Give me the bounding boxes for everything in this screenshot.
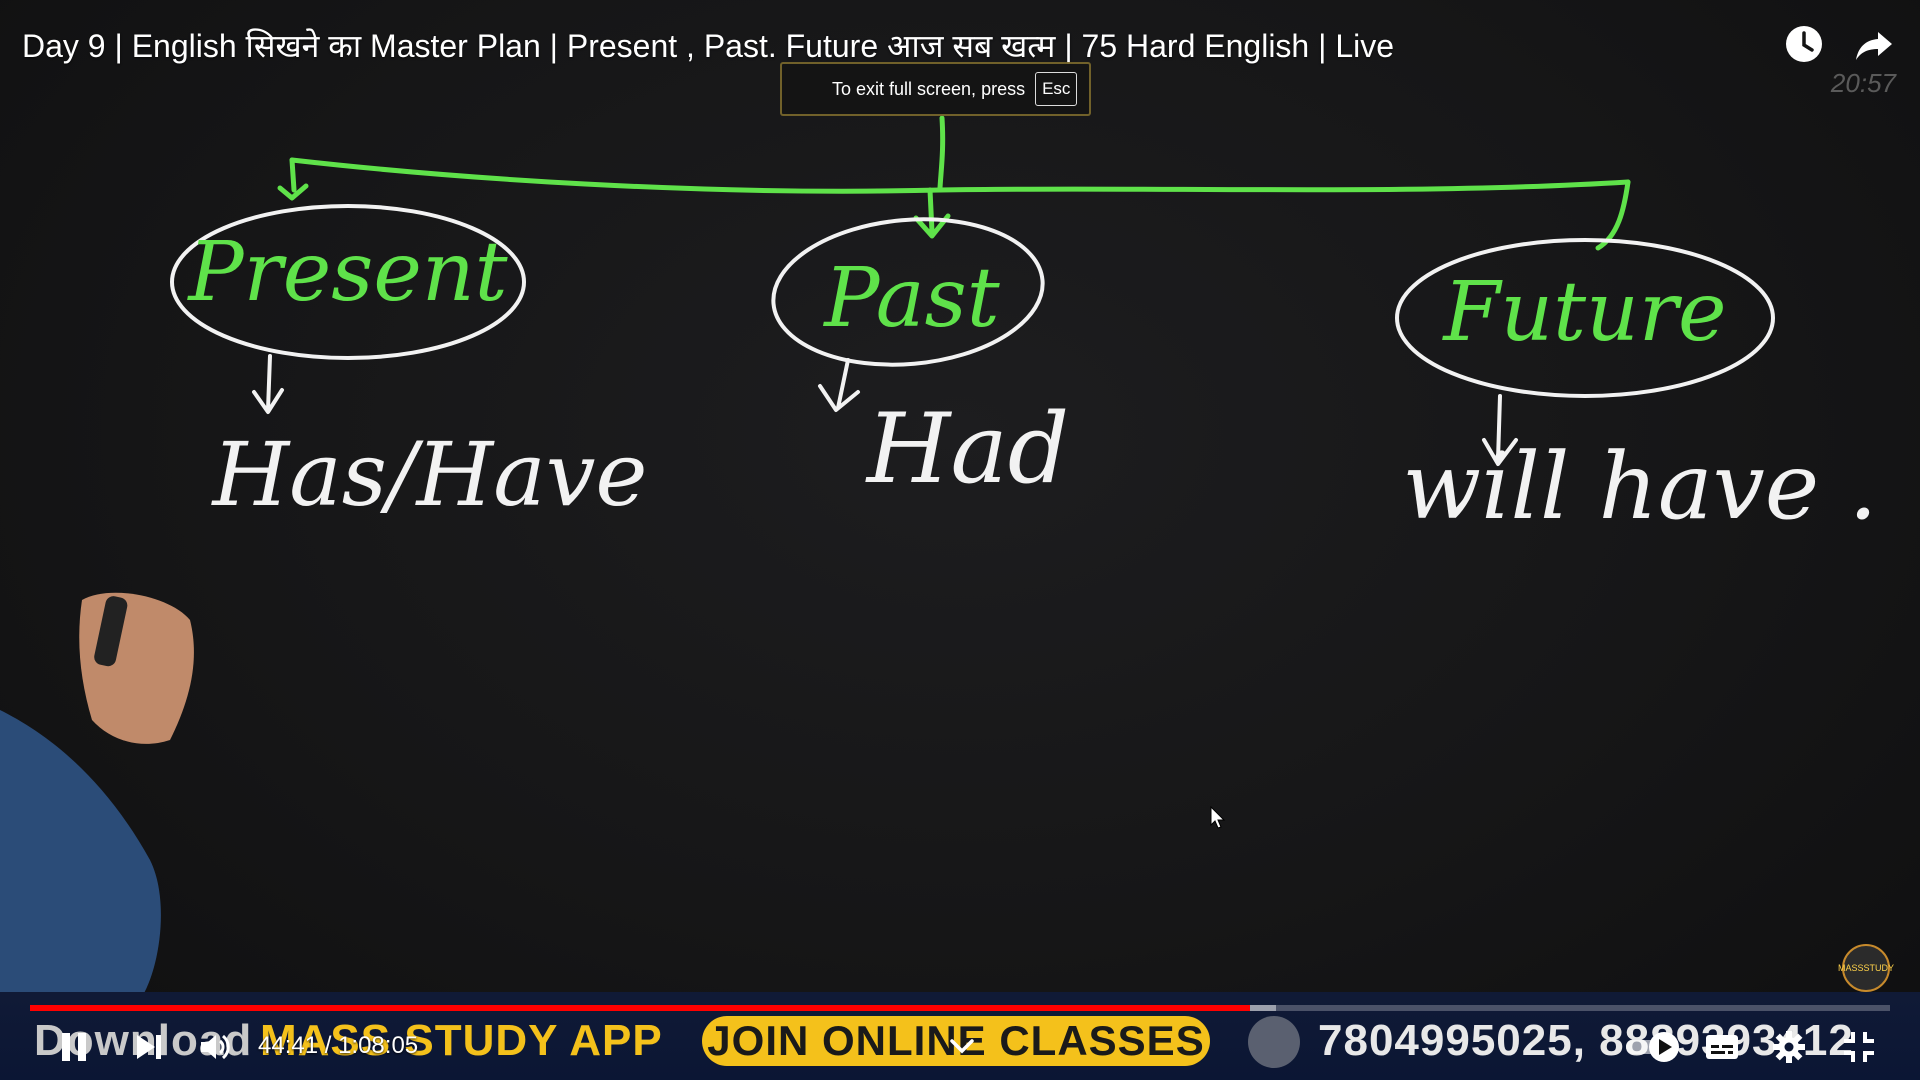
past-arrow [818, 358, 860, 412]
autoplay-toggle[interactable] [1624, 1030, 1682, 1064]
logo-text-1: STUDY [1863, 962, 1895, 973]
settings-icon[interactable] [1772, 1030, 1806, 1064]
seek-bar[interactable] [30, 1005, 1890, 1011]
esc-key-badge: Esc [1035, 72, 1078, 106]
tree-branch-line [289, 157, 1631, 194]
present-arrow [252, 354, 284, 414]
share-icon[interactable] [1854, 24, 1894, 64]
mouse-cursor-icon [1210, 806, 1226, 829]
chalkboard-diagram: Present Past Future Has/Have Had will ha… [170, 115, 1878, 540]
chevron-down-icon[interactable] [948, 1036, 976, 1056]
detail-label-present: Has/Have [210, 423, 647, 526]
past-branch-line [913, 187, 951, 239]
watch-later-icon[interactable] [1784, 24, 1824, 64]
time-display: 44:41 / 1:08:05 [258, 1032, 419, 1059]
exit-fullscreen-icon[interactable] [1842, 1030, 1876, 1064]
future-branch-line [1595, 179, 1631, 251]
detail-label-future: will have . [1402, 433, 1877, 540]
detail-label-past: Had [865, 393, 1069, 505]
phone-icon [1248, 1016, 1300, 1068]
next-icon[interactable] [134, 1032, 164, 1062]
video-title: Day 9 | English सिखने का Master Plan | P… [22, 28, 1395, 64]
present-branch-line [277, 157, 309, 201]
logo-text-0: MASS [1837, 962, 1864, 973]
tree-stem-line [937, 115, 946, 191]
volume-icon[interactable] [198, 1030, 232, 1064]
presenter-hand [0, 592, 194, 1000]
video-frame[interactable]: Present Past Future Has/Have Had will ha… [0, 0, 1920, 1080]
node-label-present: Present [186, 225, 508, 320]
seek-bar-played [30, 1005, 1251, 1011]
channel-logo: MASS STUDY [1838, 944, 1894, 992]
node-label-past: Past [822, 251, 1000, 346]
fullscreen-exit-hint: To exit full screen, press Esc [780, 62, 1092, 116]
pause-icon[interactable] [58, 1030, 90, 1064]
node-label-future: Future [1441, 265, 1726, 360]
stream-clock: 20:57 [1830, 68, 1896, 98]
fullscreen-hint-text: To exit full screen, press [832, 78, 1026, 99]
captions-icon[interactable] [1704, 1032, 1740, 1062]
